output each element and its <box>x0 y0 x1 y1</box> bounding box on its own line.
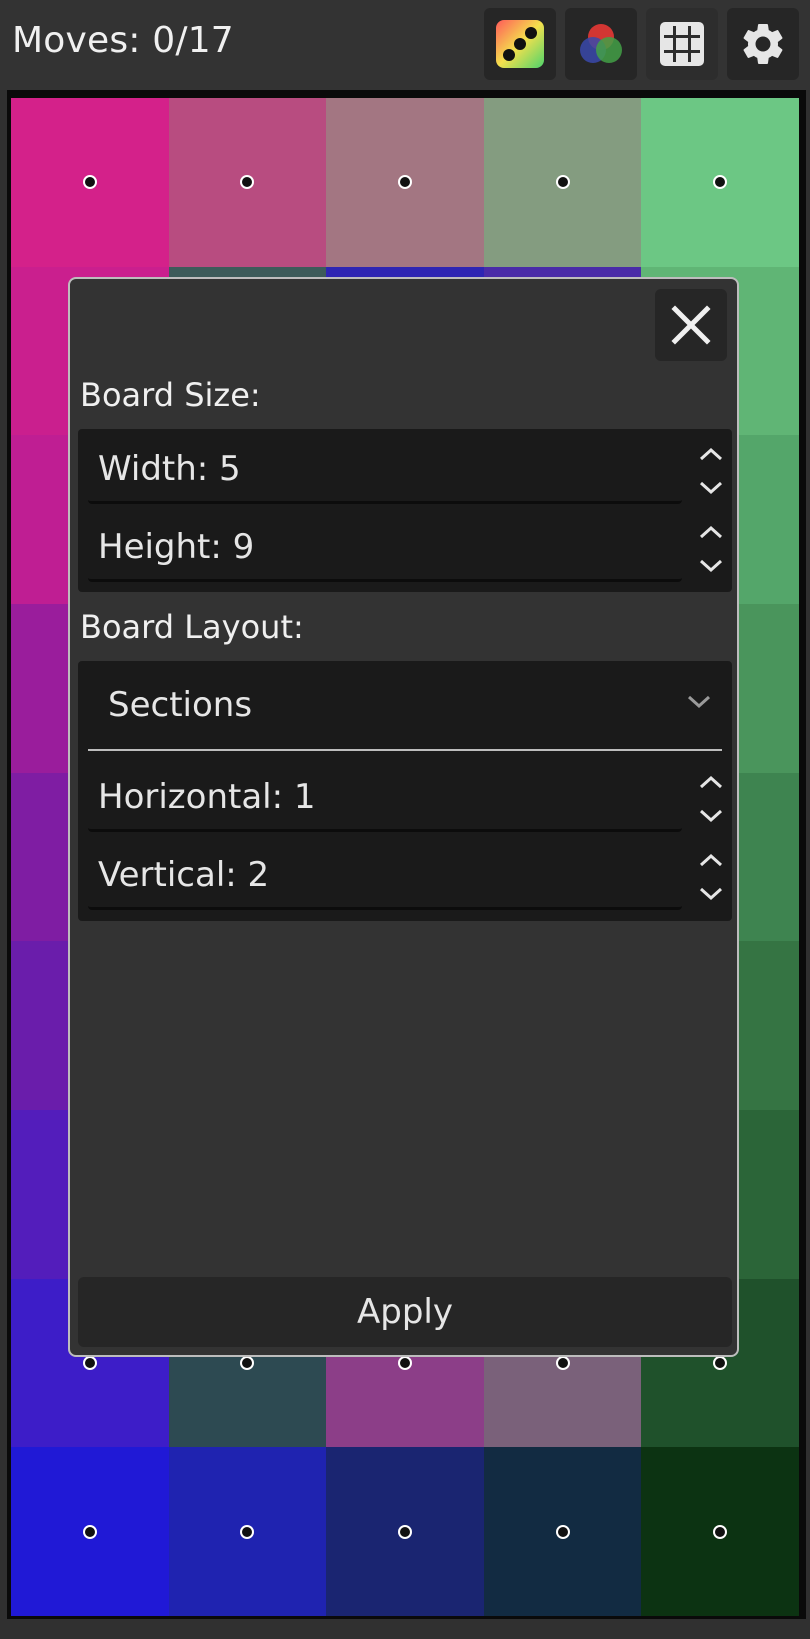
gear-icon <box>743 23 783 64</box>
tile-dot <box>82 1355 97 1370</box>
tile-dot <box>82 175 97 190</box>
tile-dot <box>240 175 255 190</box>
width-spinner[interactable]: Width: 5 <box>88 431 723 504</box>
width-label: Width: 5 <box>98 449 241 489</box>
close-icon <box>671 305 711 345</box>
tile-dot <box>397 1355 412 1370</box>
chevron-down-icon[interactable] <box>698 479 724 497</box>
board-layout-heading: Board Layout: <box>80 608 304 646</box>
horizontal-stepper-arrows <box>696 769 726 829</box>
shuffle-button[interactable] <box>484 8 556 80</box>
horizontal-spinner[interactable]: Horizontal: 1 <box>88 759 723 832</box>
board-tile[interactable] <box>641 1447 799 1616</box>
colors-button[interactable] <box>565 8 637 80</box>
board-tile[interactable] <box>326 98 484 267</box>
chevron-up-icon[interactable] <box>698 773 724 791</box>
board-size-heading: Board Size: <box>80 376 261 414</box>
height-stepper-arrows <box>696 519 726 579</box>
board-tile[interactable] <box>641 98 799 267</box>
tile-dot <box>555 175 570 190</box>
board-tile[interactable] <box>483 98 642 267</box>
board-tile[interactable] <box>483 1447 642 1616</box>
tile-dot <box>555 1524 570 1539</box>
tile-dot <box>713 175 728 190</box>
chevron-down-icon[interactable] <box>698 557 724 575</box>
vertical-stepper-arrows <box>696 847 726 907</box>
board-tile[interactable] <box>326 1447 484 1616</box>
board-layout-button[interactable] <box>646 8 718 80</box>
tile-dot <box>713 1524 728 1539</box>
width-stepper-arrows <box>696 441 726 501</box>
tile-dot <box>397 175 412 190</box>
horizontal-label: Horizontal: 1 <box>98 777 316 817</box>
tile-dot <box>555 1355 570 1370</box>
board-tile[interactable] <box>168 98 327 267</box>
tile-dot <box>713 1355 728 1370</box>
board-layout-panel: Sections Horizontal: 1 Vertical: 2 <box>78 661 732 921</box>
layout-select-value: Sections <box>108 685 253 725</box>
height-label: Height: 9 <box>98 527 255 567</box>
height-spinner[interactable]: Height: 9 <box>88 509 723 582</box>
tile-dot <box>240 1355 255 1370</box>
apply-button[interactable]: Apply <box>78 1277 732 1347</box>
board-tile[interactable] <box>11 98 169 267</box>
board-tile[interactable] <box>168 1447 327 1616</box>
close-button[interactable] <box>655 289 727 361</box>
vertical-label: Vertical: 2 <box>98 855 270 895</box>
vertical-spinner[interactable]: Vertical: 2 <box>88 837 723 910</box>
grid-icon <box>660 22 704 66</box>
chevron-down-icon <box>687 695 711 709</box>
board-tile[interactable] <box>11 1447 169 1616</box>
dice-icon <box>496 20 544 68</box>
tile-dot <box>82 1524 97 1539</box>
chevron-up-icon[interactable] <box>698 523 724 541</box>
settings-button[interactable] <box>727 8 799 80</box>
layout-select[interactable]: Sections <box>88 661 722 751</box>
chevron-up-icon[interactable] <box>698 445 724 463</box>
chevron-down-icon[interactable] <box>698 807 724 825</box>
top-bar: Moves: 0/17 <box>0 0 810 90</box>
board-size-panel: Width: 5 Height: 9 <box>78 429 732 592</box>
chevron-down-icon[interactable] <box>698 885 724 903</box>
tile-dot <box>397 1524 412 1539</box>
tile-dot <box>240 1524 255 1539</box>
moves-counter: Moves: 0/17 <box>12 20 234 61</box>
board-settings-dialog: Board Size: Width: 5 Height: 9 Board Lay… <box>68 277 739 1357</box>
color-circles-icon <box>580 24 622 63</box>
chevron-up-icon[interactable] <box>698 851 724 869</box>
